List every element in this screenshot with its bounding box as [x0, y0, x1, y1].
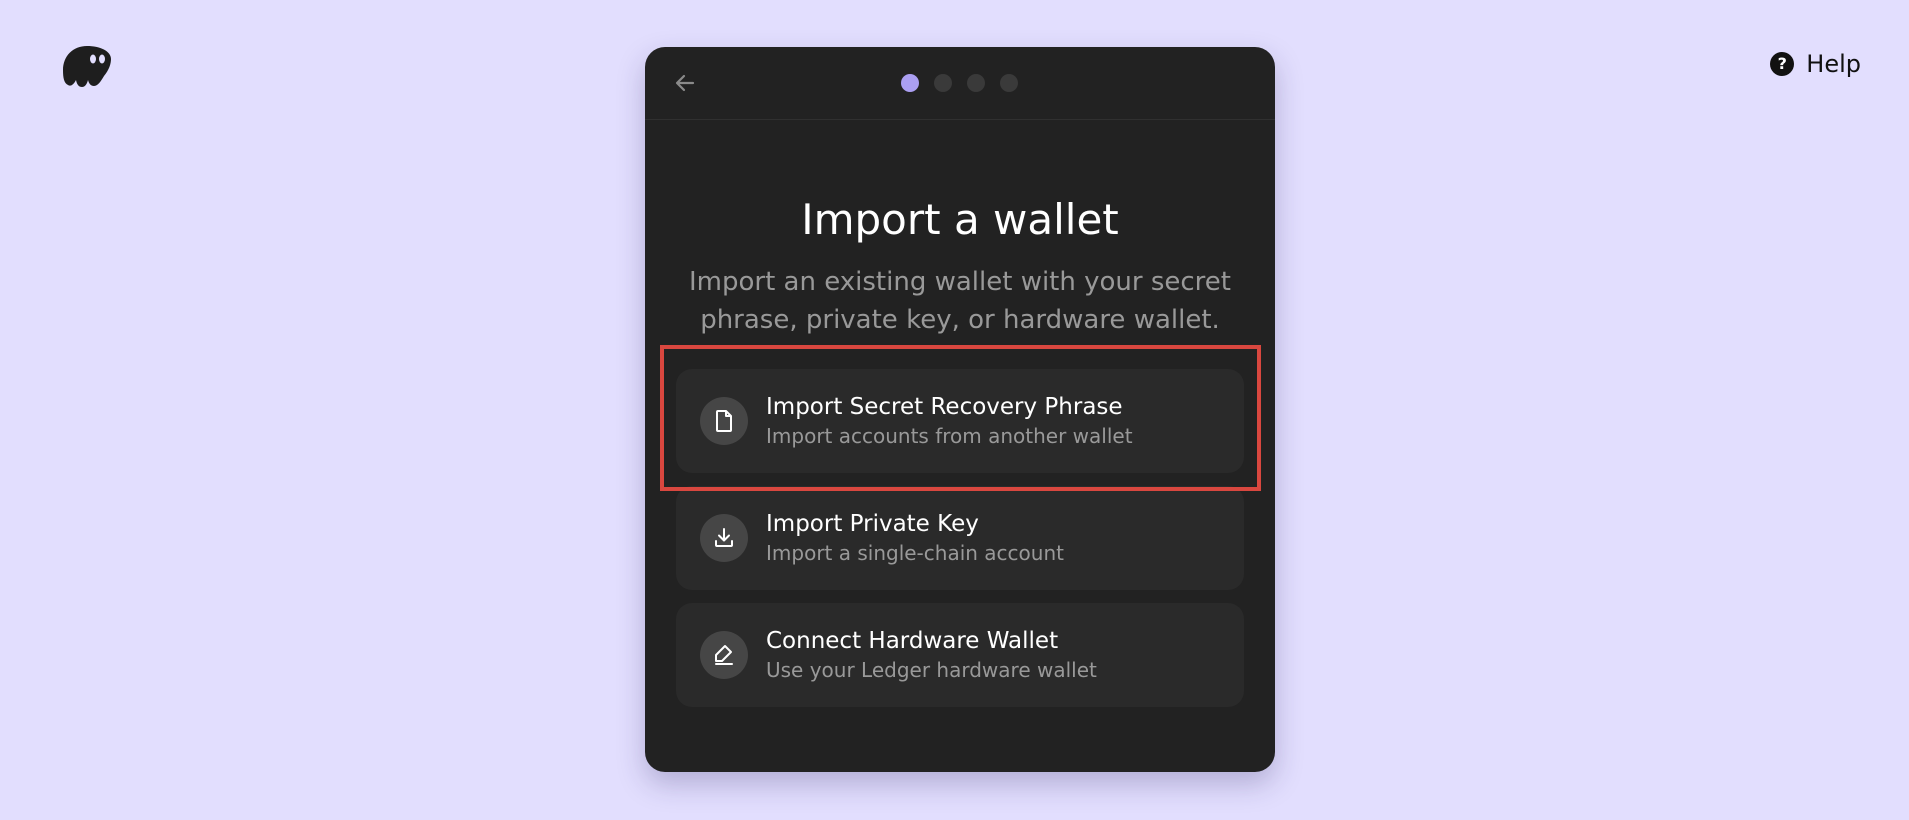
card-header — [645, 47, 1275, 120]
option-text: Connect Hardware Wallet Use your Ledger … — [766, 626, 1097, 684]
step-dot-2 — [934, 74, 952, 92]
import-private-key-option[interactable]: Import Private Key Import a single-chain… — [676, 486, 1244, 590]
question-circle-icon: ? — [1770, 52, 1795, 76]
import-secret-phrase-option[interactable]: Import Secret Recovery Phrase Import acc… — [676, 369, 1244, 473]
option-description: Use your Ledger hardware wallet — [766, 658, 1097, 682]
option-title: Import Private Key — [766, 511, 979, 537]
document-icon — [700, 397, 748, 445]
back-button[interactable] — [671, 69, 699, 97]
option-text: Import Secret Recovery Phrase Import acc… — [766, 392, 1133, 450]
arrow-left-icon — [675, 74, 695, 92]
option-title: Import Secret Recovery Phrase — [766, 394, 1123, 420]
step-dot-1 — [901, 74, 919, 92]
page-subtitle: Import an existing wallet with your secr… — [689, 267, 1231, 335]
option-description: Import a single-chain account — [766, 541, 1064, 565]
hardware-wallet-icon — [700, 631, 748, 679]
download-icon — [700, 514, 748, 562]
import-wallet-card: Import a wallet Import an existing walle… — [645, 47, 1275, 772]
connect-hardware-wallet-option[interactable]: Connect Hardware Wallet Use your Ledger … — [676, 603, 1244, 707]
help-button[interactable]: ? Help — [1770, 50, 1861, 78]
page-title: Import a wallet — [801, 195, 1119, 244]
step-indicator — [901, 74, 1018, 92]
help-label: Help — [1806, 50, 1861, 78]
step-dot-3 — [967, 74, 985, 92]
option-description: Import accounts from another wallet — [766, 424, 1133, 448]
option-text: Import Private Key Import a single-chain… — [766, 509, 1064, 567]
option-title: Connect Hardware Wallet — [766, 628, 1059, 654]
phantom-logo-icon — [60, 44, 114, 88]
step-dot-4 — [1000, 74, 1018, 92]
